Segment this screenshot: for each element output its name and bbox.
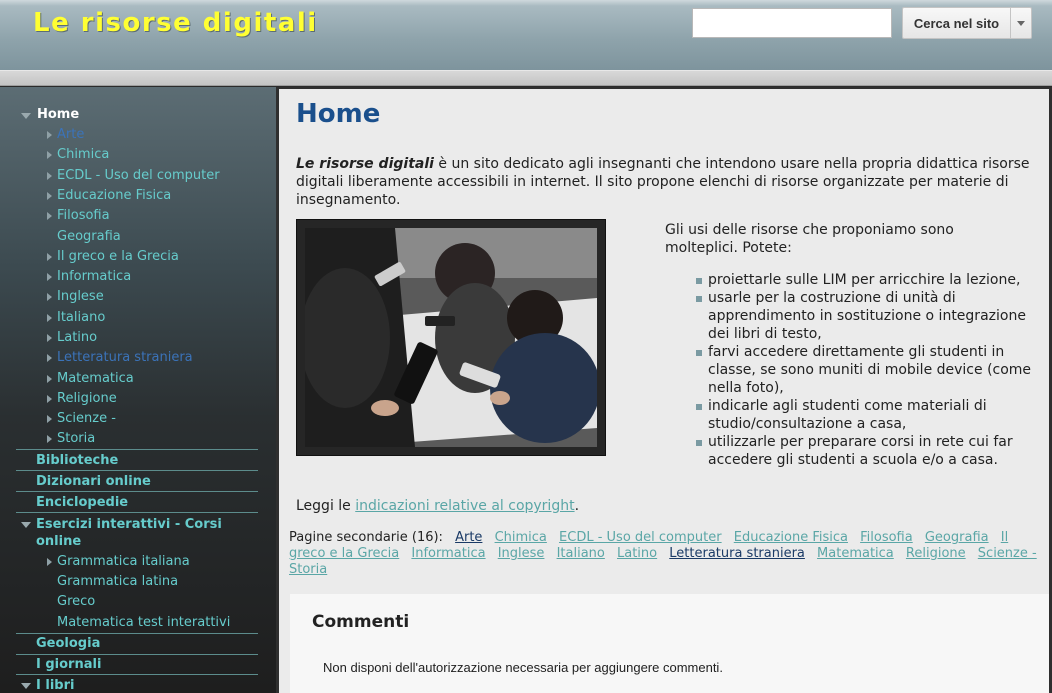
sidebar-item-religione[interactable]: Religione bbox=[57, 391, 117, 406]
collapsed-triangle-icon[interactable] bbox=[47, 151, 52, 159]
uses-list: proiettarle sulle LIM per arricchire la … bbox=[696, 271, 1046, 469]
intro-paragraph: Le risorse digitali è un sito dedicato a… bbox=[296, 155, 1041, 209]
expanded-triangle-icon[interactable] bbox=[21, 683, 31, 689]
sidebar-item-italiano[interactable]: Italiano bbox=[57, 310, 105, 325]
site-title[interactable]: Le risorse digitali bbox=[33, 8, 318, 38]
intro-site-name: Le risorse digitali bbox=[296, 156, 434, 172]
sidebar-item-latino[interactable]: Latino bbox=[57, 330, 97, 345]
subpages-label: Pagine secondarie (16): bbox=[289, 530, 443, 545]
sidebar-item-grammatica-latina[interactable]: Grammatica latina bbox=[57, 574, 178, 589]
sidebar-item-matematica[interactable]: Matematica bbox=[57, 371, 134, 386]
sidebar-item-ecdl[interactable]: ECDL - Uso del computer bbox=[57, 168, 220, 183]
copyright-link[interactable]: indicazioni relative al copyright bbox=[355, 498, 574, 514]
sidebar-divider bbox=[16, 674, 258, 675]
collapsed-triangle-icon[interactable] bbox=[47, 314, 52, 322]
sidebar-item-grammatica-italiana[interactable]: Grammatica italiana bbox=[57, 554, 190, 569]
sidebar-item-greco-grecia[interactable]: Il greco e la Grecia bbox=[57, 249, 179, 264]
sidebar-item-chimica[interactable]: Chimica bbox=[57, 147, 109, 162]
subpage-link-matematica[interactable]: Matematica bbox=[817, 546, 894, 561]
collapsed-triangle-icon[interactable] bbox=[47, 192, 52, 200]
sidebar-item-scienze[interactable]: Scienze - bbox=[57, 411, 116, 426]
sidebar-divider bbox=[16, 633, 258, 634]
collapsed-triangle-icon[interactable] bbox=[47, 212, 52, 220]
sidebar-item-esercizi-interattivi[interactable]: Esercizi interattivi - Corsi bbox=[36, 517, 222, 532]
sidebar-item-home[interactable]: Home bbox=[37, 107, 79, 122]
list-item: utilizzarle per preparare corsi in rete … bbox=[696, 433, 1046, 469]
expanded-triangle-icon[interactable] bbox=[21, 113, 31, 119]
copyright-prefix: Leggi le bbox=[296, 498, 356, 514]
collapsed-triangle-icon[interactable] bbox=[47, 273, 52, 281]
sidebar-item-storia[interactable]: Storia bbox=[57, 431, 95, 446]
sidebar-item-inglese[interactable]: Inglese bbox=[57, 289, 104, 304]
comments-section: Commenti Non disponi dell'autorizzazione… bbox=[290, 594, 1049, 693]
collapsed-triangle-icon[interactable] bbox=[47, 354, 52, 362]
search-input[interactable] bbox=[692, 8, 892, 38]
search-button[interactable]: Cerca nel sito bbox=[902, 7, 1010, 39]
comments-title: Commenti bbox=[312, 612, 410, 632]
subpage-link-religione[interactable]: Religione bbox=[906, 546, 966, 561]
sidebar-item-enciclopedie[interactable]: Enciclopedie bbox=[36, 495, 128, 510]
subpage-link-educazione-fisica[interactable]: Educazione Fisica bbox=[734, 530, 848, 545]
sidebar-item-giornali[interactable]: I giornali bbox=[36, 657, 101, 672]
collapsed-triangle-icon[interactable] bbox=[47, 395, 52, 403]
collapsed-triangle-icon[interactable] bbox=[47, 131, 52, 139]
sidebar-divider bbox=[16, 654, 258, 655]
sidebar-nav: Home Arte Chimica ECDL - Uso del compute… bbox=[0, 87, 276, 693]
sidebar-divider bbox=[16, 470, 258, 471]
collapsed-triangle-icon[interactable] bbox=[47, 415, 52, 423]
subpage-link-chimica[interactable]: Chimica bbox=[495, 530, 547, 545]
list-item: usarle per la costruzione di unità di ap… bbox=[696, 289, 1046, 343]
list-item: proiettarle sulle LIM per arricchire la … bbox=[696, 271, 1046, 289]
collapsed-triangle-icon[interactable] bbox=[47, 293, 52, 301]
sidebar-item-matematica-test[interactable]: Matematica test interattivi bbox=[57, 615, 230, 630]
collapsed-triangle-icon[interactable] bbox=[47, 253, 52, 261]
list-item: indicarle agli studenti come materiali d… bbox=[696, 397, 1046, 433]
site-header: Le risorse digitali Cerca nel sito bbox=[0, 0, 1052, 70]
subpage-link-informatica[interactable]: Informatica bbox=[411, 546, 485, 561]
subpage-link-inglese[interactable]: Inglese bbox=[498, 546, 545, 561]
subpage-link-arte[interactable]: Arte bbox=[455, 530, 482, 545]
sidebar-item-educazione-fisica[interactable]: Educazione Fisica bbox=[57, 188, 171, 203]
sidebar-item-esercizi-interattivi-cont[interactable]: online bbox=[36, 534, 81, 549]
uses-intro: Gli usi delle risorse che proponiamo son… bbox=[665, 222, 954, 256]
subpage-link-italiano[interactable]: Italiano bbox=[557, 546, 605, 561]
sidebar-item-biblioteche[interactable]: Biblioteche bbox=[36, 453, 118, 468]
sidebar-item-geografia[interactable]: Geografia bbox=[57, 229, 121, 244]
students-photo bbox=[305, 228, 597, 447]
copyright-line: Leggi le indicazioni relative al copyrig… bbox=[296, 498, 579, 514]
sidebar-item-informatica[interactable]: Informatica bbox=[57, 269, 131, 284]
sidebar-item-arte[interactable]: Arte bbox=[57, 127, 84, 142]
expanded-triangle-icon[interactable] bbox=[21, 522, 31, 528]
sidebar-item-letteratura-straniera[interactable]: Letteratura straniera bbox=[57, 350, 193, 365]
sidebar-divider bbox=[16, 449, 258, 450]
sidebar-item-libri[interactable]: I libri bbox=[36, 678, 74, 693]
chevron-down-icon bbox=[1017, 20, 1025, 26]
list-item: farvi accedere direttamente gli studenti… bbox=[696, 343, 1046, 397]
copyright-suffix: . bbox=[574, 498, 580, 514]
subpage-link-geografia[interactable]: Geografia bbox=[925, 530, 989, 545]
page-title: Home bbox=[296, 99, 381, 129]
collapsed-triangle-icon[interactable] bbox=[47, 558, 52, 566]
sidebar-item-greco[interactable]: Greco bbox=[57, 594, 95, 609]
sidebar-divider bbox=[16, 512, 258, 513]
collapsed-triangle-icon[interactable] bbox=[47, 334, 52, 342]
collapsed-triangle-icon[interactable] bbox=[47, 375, 52, 383]
main-area: Home Le risorse digitali è un sito dedic… bbox=[276, 87, 1052, 693]
collapsed-triangle-icon[interactable] bbox=[47, 435, 52, 443]
sidebar-item-geologia[interactable]: Geologia bbox=[36, 636, 100, 651]
subpage-link-ecdl[interactable]: ECDL - Uso del computer bbox=[559, 530, 722, 545]
sidebar-divider bbox=[16, 491, 258, 492]
subpage-link-filosofia[interactable]: Filosofia bbox=[860, 530, 913, 545]
students-photo-frame bbox=[296, 219, 606, 456]
subpage-link-latino[interactable]: Latino bbox=[617, 546, 657, 561]
comments-permission-note: Non disponi dell'autorizzazione necessar… bbox=[323, 660, 723, 675]
header-divider-strip bbox=[0, 70, 1052, 86]
search-dropdown-button[interactable] bbox=[1010, 7, 1032, 39]
subpages-list: Pagine secondarie (16): Arte Chimica ECD… bbox=[289, 530, 1044, 578]
collapsed-triangle-icon[interactable] bbox=[47, 172, 52, 180]
subpage-link-letteratura-straniera[interactable]: Letteratura straniera bbox=[669, 546, 805, 561]
sidebar-item-dizionari[interactable]: Dizionari online bbox=[36, 474, 151, 489]
content-panel: Home Le risorse digitali è un sito dedic… bbox=[279, 89, 1049, 693]
sidebar-item-filosofia[interactable]: Filosofia bbox=[57, 208, 110, 223]
